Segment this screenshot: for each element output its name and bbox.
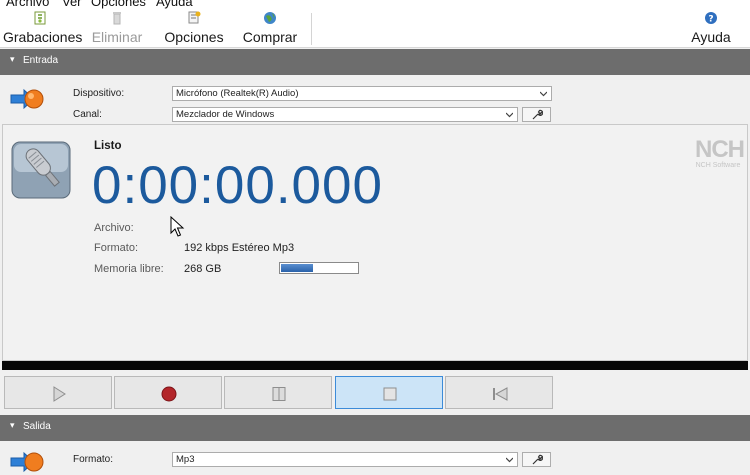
help-button[interactable]: ? Ayuda (688, 9, 734, 47)
channel-select[interactable]: Mezclador de Windows (172, 107, 518, 122)
recordings-label: Grabaciones (3, 29, 83, 45)
record-timer: 0:00:00.000 (92, 156, 383, 215)
free-memory-fill (281, 264, 313, 272)
globe-icon (264, 12, 276, 24)
device-label: Dispositivo: (73, 88, 125, 99)
chevron-down-icon (540, 91, 547, 97)
output-section-header[interactable]: ▾ Salida (0, 415, 750, 441)
input-section-header[interactable]: ▾ Entrada (0, 49, 750, 75)
input-panel: Dispositivo: Micrófono (Realtek(R) Audio… (0, 75, 750, 124)
help-label: Ayuda (691, 29, 731, 45)
nch-logo: NCH NCH Software (695, 136, 745, 170)
device-select[interactable]: Micrófono (Realtek(R) Audio) (172, 86, 552, 101)
menu-opciones[interactable]: Opciones (91, 0, 146, 9)
collapse-chevron-icon[interactable]: ▾ (10, 420, 15, 431)
output-format-label: Formato: (73, 454, 114, 465)
format-label: Formato: (94, 242, 139, 254)
nch-logo-caption: NCH Software (695, 162, 741, 169)
toolbar-separator (311, 13, 312, 45)
options-button[interactable]: Opciones (162, 9, 226, 47)
svg-text:?: ? (708, 15, 713, 25)
device-value: Micrófono (Realtek(R) Audio) (176, 88, 299, 99)
pause-icon (272, 387, 286, 401)
output-format-select[interactable]: Mp3 (172, 452, 518, 467)
options-label: Opciones (164, 29, 224, 45)
level-meter (2, 361, 748, 370)
output-panel: Formato: Mp3 (0, 441, 750, 473)
input-section-title: Entrada (23, 55, 59, 66)
collapse-chevron-icon[interactable]: ▾ (10, 54, 15, 65)
buy-button[interactable]: Comprar (241, 9, 299, 47)
output-section-title: Salida (23, 421, 51, 432)
output-format-value: Mp3 (176, 454, 195, 465)
channel-label: Canal: (73, 109, 102, 120)
free-memory-label: Memoria libre: (94, 263, 164, 275)
delete-label: Eliminar (91, 29, 143, 45)
free-memory-value: 268 GB (184, 263, 222, 275)
play-icon (53, 386, 66, 402)
help-icon: ? (705, 12, 717, 25)
stop-button[interactable] (335, 376, 443, 409)
input-device-icon (10, 88, 44, 110)
output-device-icon (10, 451, 44, 473)
menu-bar: Archivo Ver Opciones Ayuda (0, 0, 750, 9)
toolbar: Grabaciones Eliminar Opciones Comprar ? … (0, 9, 750, 48)
chevron-down-icon (506, 457, 513, 463)
format-settings-button[interactable] (522, 452, 551, 467)
file-label: Archivo: (94, 222, 134, 234)
menu-archivo[interactable]: Archivo (6, 0, 49, 9)
channel-settings-button[interactable] (522, 107, 551, 122)
play-button[interactable] (4, 376, 112, 409)
format-value: 192 kbps Estéreo Mp3 (184, 242, 295, 254)
stop-icon (383, 387, 397, 401)
trash-icon (113, 12, 121, 25)
nch-logo-mark: NCH (695, 136, 745, 163)
mouse-cursor-icon (170, 216, 185, 237)
wrench-icon (532, 109, 543, 120)
delete-button[interactable]: Eliminar (89, 9, 145, 47)
free-memory-bar (279, 262, 359, 274)
pause-button[interactable] (224, 376, 332, 409)
recordings-icon (34, 11, 46, 25)
status-text: Listo (94, 140, 122, 152)
recordings-button[interactable]: Grabaciones (3, 9, 83, 47)
go-to-start-button[interactable] (445, 376, 553, 409)
record-icon (161, 386, 177, 402)
menu-ayuda[interactable]: Ayuda (156, 0, 193, 9)
buy-label: Comprar (242, 29, 298, 45)
options-icon (188, 11, 201, 24)
transport-bar (2, 373, 748, 411)
skip-back-icon (493, 387, 508, 401)
record-button[interactable] (114, 376, 222, 409)
channel-value: Mezclador de Windows (176, 109, 275, 120)
chevron-down-icon (506, 112, 513, 118)
microphone-icon (11, 141, 71, 199)
wrench-icon (532, 454, 543, 465)
menu-ver[interactable]: Ver (62, 0, 82, 9)
